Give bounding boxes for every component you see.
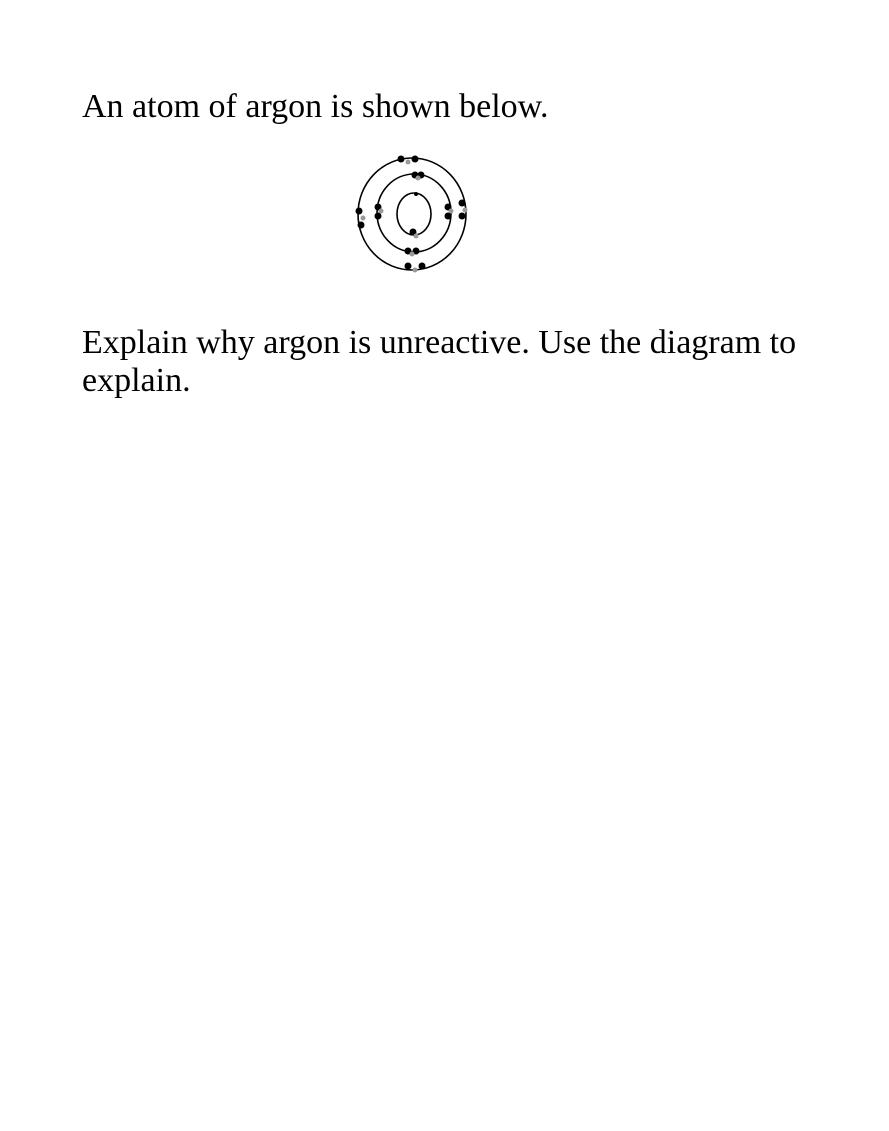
question-text: Explain why argon is unreactive. Use the… — [82, 324, 797, 399]
electron — [404, 262, 412, 270]
electron — [418, 262, 426, 270]
electron — [448, 208, 454, 214]
electron — [357, 221, 365, 229]
electron — [355, 207, 363, 215]
middle-shell — [376, 173, 452, 253]
argon-atom-diagram — [355, 155, 468, 273]
electron — [458, 199, 466, 207]
electron — [444, 212, 452, 220]
electron — [413, 233, 419, 239]
intro-text: An atom of argon is shown below. — [82, 88, 549, 125]
electron — [405, 159, 411, 165]
electron — [378, 208, 384, 214]
worksheet-page: An atom of argon is shown below. Explain… — [0, 0, 889, 1131]
electron — [412, 267, 418, 273]
electron — [374, 212, 382, 220]
electron — [415, 175, 421, 181]
electron — [414, 192, 418, 196]
inner-shell-electrons — [409, 192, 419, 239]
middle-shell-electrons — [374, 171, 454, 257]
electron — [397, 155, 405, 163]
electron — [409, 251, 415, 257]
electron — [360, 215, 366, 221]
electron — [411, 155, 419, 163]
electron — [458, 212, 466, 220]
electron — [462, 207, 468, 213]
